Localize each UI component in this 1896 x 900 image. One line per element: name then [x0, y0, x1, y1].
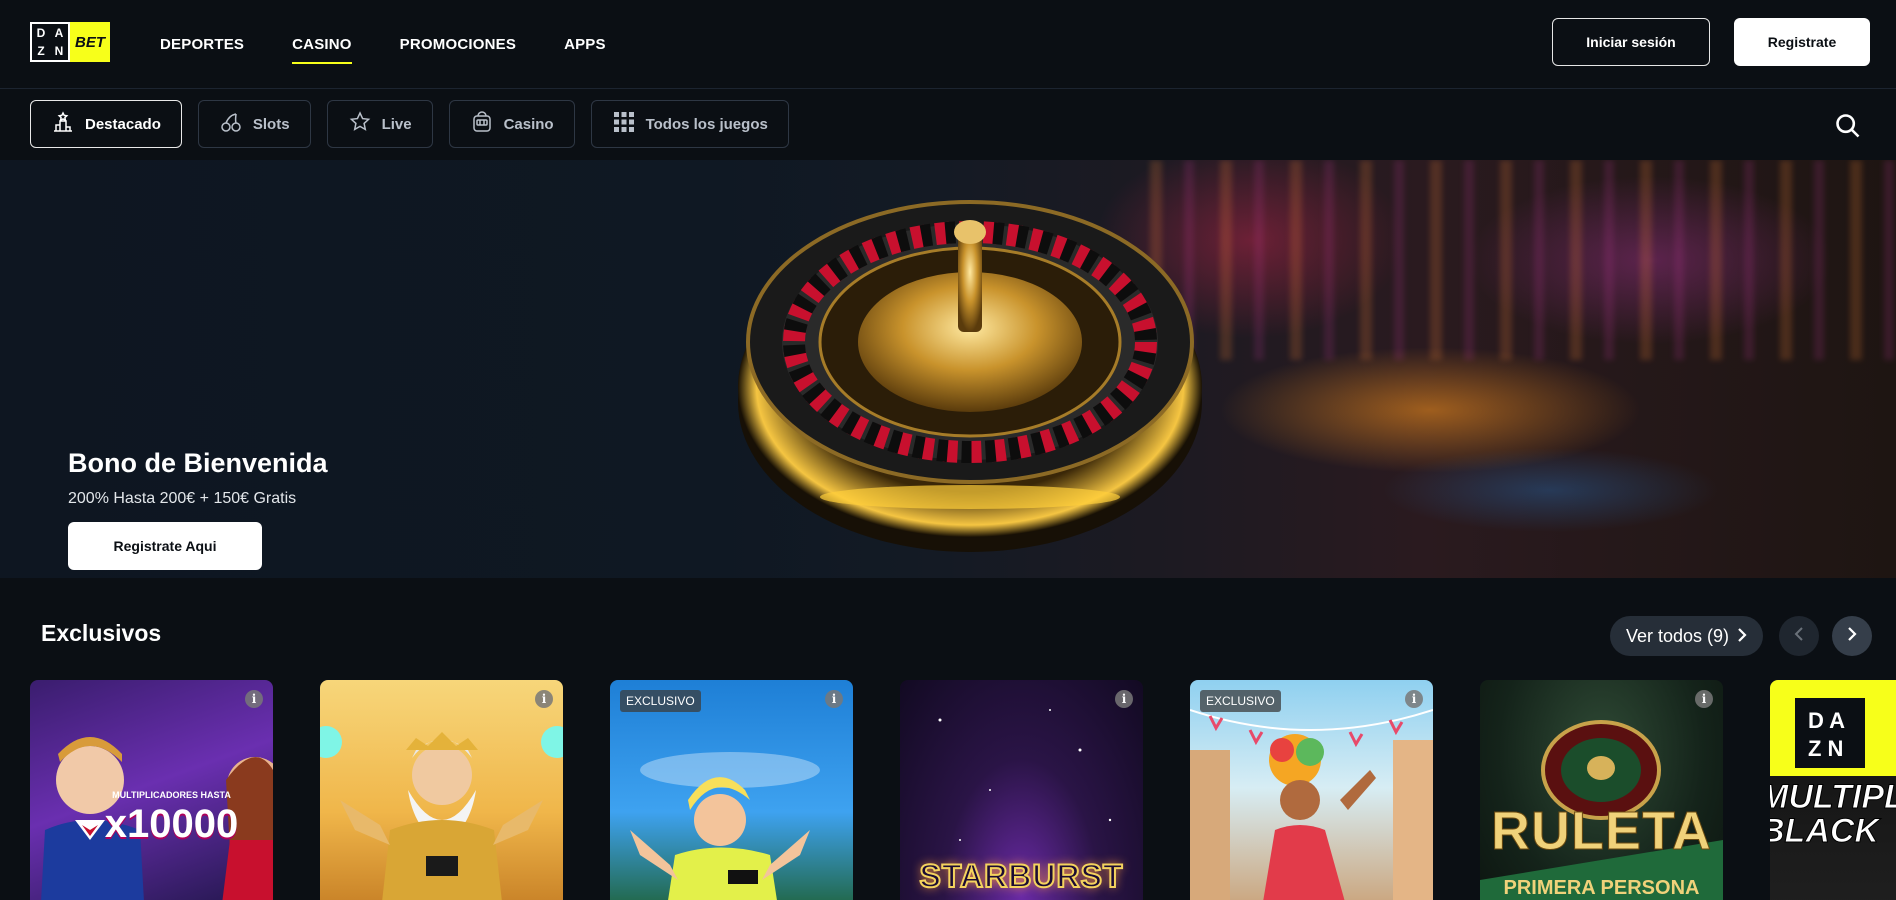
bet-logo-mark: BET: [70, 22, 110, 62]
game-card[interactable]: D A Z N MULTIPL BLACK: [1770, 680, 1896, 900]
grid-icon: [612, 110, 636, 138]
main-nav: DEPORTES CASINO PROMOCIONES APPS: [160, 0, 654, 88]
info-icon[interactable]: i: [245, 690, 263, 708]
game-card[interactable]: RULETA PRIMERA PERSONA i: [1480, 680, 1723, 900]
roulette-wheel-image: [738, 200, 1202, 552]
svg-text:D A: D A: [1808, 708, 1845, 733]
see-all-label: Ver todos (9): [1626, 625, 1730, 646]
nav-apps[interactable]: APPS: [564, 0, 606, 88]
info-icon[interactable]: i: [1405, 690, 1423, 708]
logo-letter: A: [54, 26, 64, 40]
hero-register-button[interactable]: Registrate Aqui: [68, 522, 262, 570]
chevron-right-icon: [1847, 626, 1857, 646]
zeus-artwork: [320, 726, 563, 900]
game-art-caption: MULTIPLICADORES HASTA: [112, 790, 231, 800]
info-icon[interactable]: i: [535, 690, 553, 708]
carousel-prev-button[interactable]: [1779, 616, 1819, 656]
category-live[interactable]: Live: [326, 100, 433, 148]
carousel-next-button[interactable]: [1832, 616, 1872, 656]
logo-letter: D: [36, 26, 46, 40]
nav-casino[interactable]: CASINO: [292, 0, 352, 88]
game-art-subtitle: BLACK: [1770, 812, 1879, 851]
info-icon[interactable]: i: [1695, 690, 1713, 708]
category-todos-los-juegos[interactable]: Todos los juegos: [590, 100, 789, 148]
category-slots[interactable]: Slots: [197, 100, 311, 148]
login-button[interactable]: Iniciar sesión: [1552, 18, 1710, 66]
svg-text:Z N: Z N: [1808, 736, 1843, 761]
game-card[interactable]: MULTIPLICADORES HASTA x10000 i: [30, 680, 273, 900]
cherries-icon: [219, 110, 243, 138]
game-art-title: STARBURST: [919, 857, 1124, 895]
nav-deportes[interactable]: DEPORTES: [160, 0, 244, 88]
exclusive-badge: EXCLUSIVO: [1200, 690, 1281, 712]
category-pills: Destacado Slots Live Casino Todos los ju…: [30, 100, 789, 148]
auth-buttons: Iniciar sesión Registrate: [1552, 18, 1870, 66]
info-icon[interactable]: i: [825, 690, 843, 708]
logo-letter: Z: [37, 44, 45, 58]
category-label: Destacado: [85, 115, 161, 133]
game-art-value: x10000: [104, 802, 239, 846]
game-card[interactable]: EXCLUSIVO i: [610, 680, 853, 900]
nav-promociones[interactable]: PROMOCIONES: [400, 0, 516, 88]
chevron-left-icon: [1794, 626, 1804, 646]
podium-icon: [51, 110, 75, 138]
star-icon: [348, 110, 372, 138]
game-card[interactable]: STARBURST i: [900, 680, 1143, 900]
category-label: Casino: [503, 115, 554, 133]
search-icon: [1834, 114, 1862, 144]
ruleta-wheel-artwork: [1480, 720, 1723, 900]
section-title: Exclusivos: [41, 620, 162, 646]
search-button[interactable]: [1834, 112, 1862, 140]
football-player-artwork: [630, 752, 820, 900]
fiesta-dancer-artwork: [1190, 709, 1433, 900]
category-label: Slots: [252, 115, 290, 133]
category-casino[interactable]: Casino: [448, 100, 575, 148]
logo-letter: N: [54, 44, 64, 58]
hero-subtitle: 200% Hasta 200€ + 150€ Gratis: [68, 490, 297, 507]
game-art-subtitle: PRIMERA PERSONA: [1503, 877, 1700, 899]
category-bar: Destacado Slots Live Casino Todos los ju…: [0, 90, 1896, 160]
info-icon[interactable]: i: [1115, 690, 1133, 708]
city-bokeh: [1150, 160, 1896, 360]
game-card[interactable]: i: [320, 680, 563, 900]
hero-title: Bono de Bienvenida: [68, 448, 328, 478]
category-destacado[interactable]: Destacado: [30, 100, 182, 148]
dazn-logo-mark: D A Z N: [30, 22, 70, 62]
game-card[interactable]: EXCLUSIVO i: [1190, 680, 1433, 900]
slot-machine-icon: [470, 110, 494, 138]
category-label: Todos los juegos: [645, 115, 768, 133]
dazn-bet-logo[interactable]: D A Z N BET: [30, 22, 110, 62]
top-header: D A Z N BET DEPORTES CASINO PROMOCIONES …: [0, 0, 1896, 89]
see-all-button[interactable]: Ver todos (9): [1610, 616, 1764, 656]
game-art-title: RULETA: [1491, 801, 1712, 862]
category-label: Live: [381, 115, 412, 133]
game-carousel: MULTIPLICADORES HASTA x10000 i i EXCLUSI…: [30, 680, 1896, 900]
register-button[interactable]: Registrate: [1734, 18, 1870, 66]
exclusive-badge: EXCLUSIVO: [620, 690, 701, 712]
chevron-right-icon: [1737, 626, 1747, 647]
hero-banner[interactable]: Bono de Bienvenida 200% Hasta 200€ + 150…: [0, 160, 1896, 578]
